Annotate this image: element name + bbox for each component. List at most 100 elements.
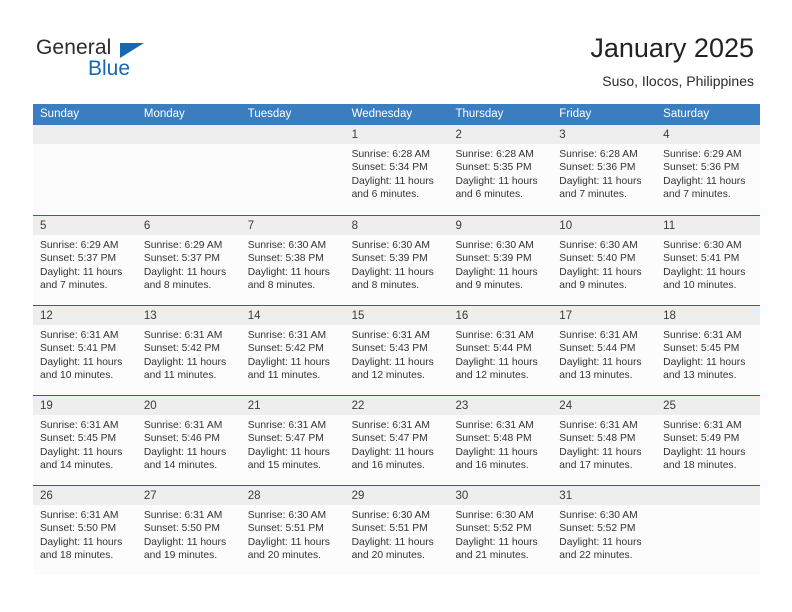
day-number: 21 xyxy=(247,400,261,412)
day-cell-22[interactable]: 22 Sunrise: 6:31 AM Sunset: 5:47 PM Dayligh… xyxy=(344,396,449,485)
day-cell-8[interactable]: 8 Sunrise: 6:30 AM Sunset: 5:39 PM Daylight… xyxy=(344,216,449,305)
day-cell-7[interactable]: 7 Sunrise: 6:30 AM Sunset: 5:38 PM Daylight… xyxy=(240,216,345,305)
day-number: 1 xyxy=(351,129,358,141)
day-cell-6[interactable]: 6 Sunrise: 6:29 AM Sunset: 5:37 PM Daylight… xyxy=(136,216,241,305)
weekday-header-friday: Friday xyxy=(559,108,592,120)
day-cell-13[interactable]: 13 Sunrise: 6:31 AM Sunset: 5:42 PM Dayligh… xyxy=(136,306,241,395)
day-number: 9 xyxy=(455,220,462,232)
day-detail-line: Sunset: 5:52 PM xyxy=(455,523,532,535)
day-cell-9[interactable]: 9 Sunrise: 6:30 AM Sunset: 5:39 PM Daylight… xyxy=(448,216,553,305)
page-title: January 2025 xyxy=(590,33,754,63)
day-cell-30[interactable]: 30 Sunrise: 6:30 AM Sunset: 5:52 PM Dayligh… xyxy=(448,486,553,575)
day-details: Sunrise: 6:31 AM Sunset: 5:44 PM Daylight:… xyxy=(448,325,552,383)
day-details: Sunrise: 6:30 AM Sunset: 5:52 PM Daylight:… xyxy=(552,505,656,563)
day-detail-line: Daylight: 11 hours xyxy=(455,446,538,458)
day-detail-line: and 9 minutes. xyxy=(455,280,523,292)
day-number-band: 22 xyxy=(344,396,449,415)
day-number: 15 xyxy=(351,310,365,322)
title-block: January 2025 Suso, Ilocos, Philippines xyxy=(590,32,754,91)
calendar-week-row: 26 Sunrise: 6:31 AM Sunset: 5:50 PM Dayligh… xyxy=(33,485,761,575)
day-number: 30 xyxy=(455,490,469,502)
day-cell-27[interactable]: 27 Sunrise: 6:31 AM Sunset: 5:50 PM Dayligh… xyxy=(136,486,241,575)
day-number: 25 xyxy=(663,400,676,412)
day-detail-line: Daylight: 11 hours xyxy=(663,446,746,458)
day-detail-line: Daylight: 11 hours xyxy=(455,536,538,548)
day-number: 3 xyxy=(559,129,566,141)
day-detail-line: and 12 minutes. xyxy=(455,370,529,382)
day-number: 22 xyxy=(351,400,365,412)
day-cell-20[interactable]: 20 Sunrise: 6:31 AM Sunset: 5:46 PM Dayligh… xyxy=(136,396,241,485)
day-detail-line: Sunset: 5:42 PM xyxy=(247,343,324,355)
day-detail-line: Daylight: 11 hours xyxy=(247,536,330,548)
day-cell-24[interactable]: 24 Sunrise: 6:31 AM Sunset: 5:48 PM Dayligh… xyxy=(552,396,657,485)
day-detail-line: Sunset: 5:35 PM xyxy=(455,162,532,174)
day-detail-line: Daylight: 11 hours xyxy=(351,446,434,458)
day-detail-line: Daylight: 11 hours xyxy=(143,446,227,458)
day-number: 24 xyxy=(559,400,573,412)
weekday-header-saturday: Saturday xyxy=(663,108,710,120)
day-detail-line: Sunset: 5:36 PM xyxy=(663,162,740,174)
day-number: 23 xyxy=(455,400,469,412)
day-detail-line: Sunset: 5:47 PM xyxy=(351,433,428,445)
day-cell-18[interactable]: 18 Sunrise: 6:31 AM Sunset: 5:45 PM Dayligh… xyxy=(656,306,761,395)
day-detail-line: Sunset: 5:48 PM xyxy=(455,433,532,445)
day-detail-line: Sunrise: 6:30 AM xyxy=(559,510,638,521)
day-cell-1[interactable]: 1 Sunrise: 6:28 AM Sunset: 5:34 PM Daylight… xyxy=(344,125,449,215)
day-cell-2[interactable]: 2 Sunrise: 6:28 AM Sunset: 5:35 PM Daylight… xyxy=(448,125,553,215)
day-number-band: 11 xyxy=(656,216,761,235)
general-blue-logo[interactable]: General Blue xyxy=(36,36,256,92)
day-cell-21[interactable]: 21 Sunrise: 6:31 AM Sunset: 5:47 PM Dayligh… xyxy=(240,396,345,485)
day-detail-line: Daylight: 11 hours xyxy=(559,536,642,548)
day-cell-11[interactable]: 11 Sunrise: 6:30 AM Sunset: 5:41 PM Dayligh… xyxy=(656,216,761,305)
day-number-band: 13 xyxy=(136,306,241,325)
day-detail-line: Sunset: 5:36 PM xyxy=(559,162,636,174)
day-detail-line: Daylight: 11 hours xyxy=(559,175,642,187)
day-number-band: 29 xyxy=(344,486,449,505)
day-details: Sunrise: 6:31 AM Sunset: 5:46 PM Daylight:… xyxy=(137,415,241,473)
day-detail-line: Sunset: 5:44 PM xyxy=(559,343,636,355)
day-cell-17[interactable]: 17 Sunrise: 6:31 AM Sunset: 5:44 PM Dayligh… xyxy=(552,306,657,395)
day-detail-line: Sunrise: 6:30 AM xyxy=(351,240,430,251)
day-detail-line: Sunrise: 6:31 AM xyxy=(40,420,119,431)
day-number-band: 1 xyxy=(344,125,449,144)
day-detail-line: Sunset: 5:40 PM xyxy=(559,253,636,265)
day-detail-line: and 11 minutes. xyxy=(247,370,321,382)
day-detail-line: Daylight: 11 hours xyxy=(455,175,538,187)
day-detail-line: Sunrise: 6:31 AM xyxy=(351,330,430,341)
day-cell-3[interactable]: 3 Sunrise: 6:28 AM Sunset: 5:36 PM Daylight… xyxy=(552,125,657,215)
day-number-band: 16 xyxy=(448,306,553,325)
day-cell-15[interactable]: 15 Sunrise: 6:31 AM Sunset: 5:43 PM Dayligh… xyxy=(344,306,449,395)
day-detail-line: and 13 minutes. xyxy=(663,370,737,382)
day-cell-31[interactable]: 31 Sunrise: 6:30 AM Sunset: 5:52 PM Dayligh… xyxy=(552,486,657,575)
day-cell-14[interactable]: 14 Sunrise: 6:31 AM Sunset: 5:42 PM Dayligh… xyxy=(240,306,345,395)
day-detail-line: Sunrise: 6:31 AM xyxy=(247,330,327,341)
day-detail-line: Sunrise: 6:28 AM xyxy=(351,149,430,160)
day-cell-5[interactable]: 5 Sunrise: 6:29 AM Sunset: 5:37 PM Daylight… xyxy=(33,216,137,305)
day-detail-line: and 20 minutes. xyxy=(351,550,425,562)
day-cell-19[interactable]: 19 Sunrise: 6:31 AM Sunset: 5:45 PM Dayligh… xyxy=(33,396,137,485)
day-detail-line: Sunset: 5:51 PM xyxy=(351,523,428,535)
day-detail-line: Daylight: 11 hours xyxy=(559,356,642,368)
day-number-band xyxy=(240,125,345,144)
day-detail-line: and 10 minutes. xyxy=(663,280,737,292)
day-detail-line: Sunset: 5:46 PM xyxy=(143,433,220,445)
day-cell-4[interactable]: 4 Sunrise: 6:29 AM Sunset: 5:36 PM Daylight… xyxy=(656,125,761,215)
day-details: Sunrise: 6:31 AM Sunset: 5:47 PM Daylight:… xyxy=(241,415,345,473)
day-detail-line: Sunrise: 6:30 AM xyxy=(663,240,742,251)
day-cell-12[interactable]: 12 Sunrise: 6:31 AM Sunset: 5:41 PM Dayligh… xyxy=(33,306,137,395)
calendar-weeks: 1 Sunrise: 6:28 AM Sunset: 5:34 PM Daylight… xyxy=(33,125,761,575)
day-detail-line: and 18 minutes. xyxy=(663,460,737,472)
day-cell-28[interactable]: 28 Sunrise: 6:30 AM Sunset: 5:51 PM Dayligh… xyxy=(240,486,345,575)
day-detail-line: Sunrise: 6:31 AM xyxy=(247,420,327,431)
day-detail-line: Sunset: 5:37 PM xyxy=(143,253,220,265)
day-cell-16[interactable]: 16 Sunrise: 6:31 AM Sunset: 5:44 PM Dayligh… xyxy=(448,306,553,395)
day-detail-line: Daylight: 11 hours xyxy=(40,536,123,548)
day-cell-10[interactable]: 10 Sunrise: 6:30 AM Sunset: 5:40 PM Dayligh… xyxy=(552,216,657,305)
day-cell-29[interactable]: 29 Sunrise: 6:30 AM Sunset: 5:51 PM Dayligh… xyxy=(344,486,449,575)
day-cell-26[interactable]: 26 Sunrise: 6:31 AM Sunset: 5:50 PM Dayligh… xyxy=(33,486,137,575)
day-cell-25[interactable]: 25 Sunrise: 6:31 AM Sunset: 5:49 PM Dayligh… xyxy=(656,396,761,485)
day-number: 29 xyxy=(351,490,365,502)
day-number-band: 31 xyxy=(552,486,657,505)
day-cell-23[interactable]: 23 Sunrise: 6:31 AM Sunset: 5:48 PM Dayligh… xyxy=(448,396,553,485)
day-detail-line: and 18 minutes. xyxy=(40,550,114,562)
